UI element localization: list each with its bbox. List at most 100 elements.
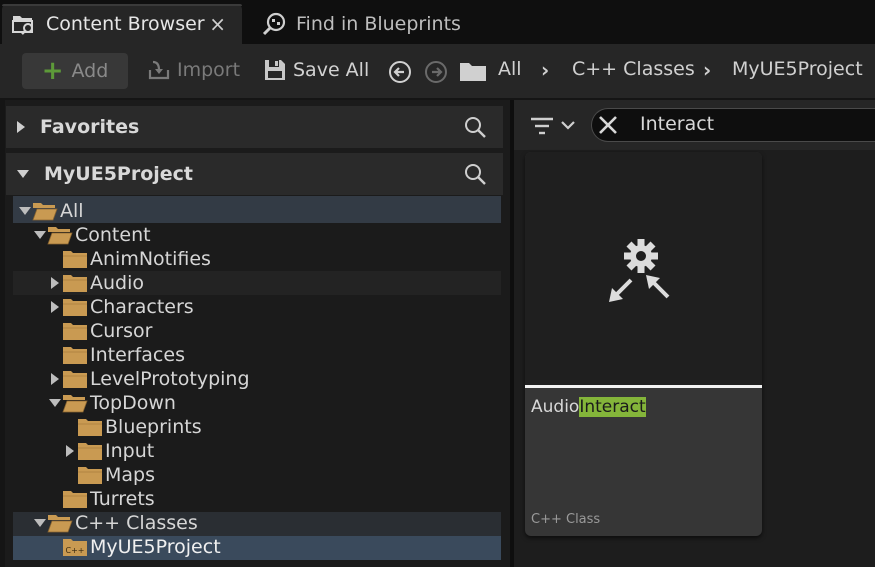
import-label: Import <box>177 59 241 81</box>
favorites-label: Favorites <box>40 116 140 138</box>
chevron-right-icon: › <box>703 58 712 82</box>
tab-content-browser[interactable]: Content Browser × <box>2 4 242 44</box>
tree-item-animnotifies[interactable]: AnimNotifies <box>48 247 211 271</box>
content-browser-icon <box>10 10 38 38</box>
caret-down-icon[interactable] <box>48 398 62 408</box>
tree-item-turrets[interactable]: Turrets <box>48 487 155 511</box>
find-blueprints-icon <box>260 10 288 38</box>
import-icon <box>148 60 170 80</box>
tree-item-label: Maps <box>105 464 155 486</box>
tree-item-label: Blueprints <box>105 416 202 438</box>
folder-open-icon <box>47 225 73 245</box>
folder-icon <box>62 345 88 365</box>
tree-item-label: Content <box>75 224 151 246</box>
tree-item-label: Turrets <box>90 488 155 510</box>
tree-item-label: Cursor <box>90 320 153 342</box>
tree-item-label: MyUE5Project <box>90 536 221 558</box>
row-highlight <box>13 196 501 223</box>
folder-icon <box>62 369 88 389</box>
folder-icon <box>62 321 88 341</box>
breadcrumb-project[interactable]: MyUE5Project <box>732 58 863 80</box>
folder-icon <box>62 297 88 317</box>
caret-down-icon[interactable] <box>18 206 32 216</box>
tab-find-in-blueprints[interactable]: Find in Blueprints <box>252 4 482 44</box>
tree-item-cursor[interactable]: Cursor <box>48 319 152 343</box>
project-label: MyUE5Project <box>44 163 194 185</box>
search-value: Interact <box>640 113 715 135</box>
folder-open-icon <box>32 201 58 221</box>
tree-item-content[interactable]: Content <box>33 223 151 247</box>
tree-item-label: Characters <box>90 296 194 318</box>
tab-label: Find in Blueprints <box>296 13 461 35</box>
tree-item-characters[interactable]: Characters <box>48 295 194 319</box>
project-header[interactable]: MyUE5Project <box>6 153 503 195</box>
folder-icon <box>77 465 103 485</box>
chevron-right-icon: › <box>541 58 550 82</box>
tree-item-label: AnimNotifies <box>90 248 211 270</box>
folder-icon[interactable] <box>459 60 487 82</box>
tree-item-interfaces[interactable]: Interfaces <box>48 343 185 367</box>
asset-search-input[interactable] <box>591 108 875 142</box>
tree-item-c-classes[interactable]: C++ Classes <box>33 511 198 535</box>
save-icon <box>265 60 285 80</box>
chevron-down-icon[interactable] <box>560 120 576 132</box>
tree-item-input[interactable]: Input <box>63 439 154 463</box>
breadcrumb-all[interactable]: All <box>498 58 522 80</box>
folder-icon <box>62 489 88 509</box>
asset-thumbnail <box>525 152 762 385</box>
tab-label: Content Browser <box>46 13 205 35</box>
tree-item-maps[interactable]: Maps <box>63 463 155 487</box>
tree-item-topdown[interactable]: TopDown <box>48 391 176 415</box>
asset-name-prefix: Audio <box>531 397 580 417</box>
caret-down-icon[interactable] <box>33 230 47 240</box>
clear-search-icon[interactable] <box>597 114 619 136</box>
caret-down-icon[interactable] <box>33 518 47 528</box>
tree-item-label: C++ Classes <box>75 512 198 534</box>
svg-text:C++: C++ <box>66 546 85 555</box>
folder-icon <box>62 249 88 269</box>
caret-right-icon <box>17 121 25 133</box>
asset-type-label: C++ Class <box>531 512 601 527</box>
tree-item-blueprints[interactable]: Blueprints <box>63 415 202 439</box>
asset-tile[interactable]: AudioInteract C++ Class <box>525 152 762 536</box>
close-icon[interactable]: × <box>209 12 226 36</box>
search-match-highlight: Interact <box>579 397 646 417</box>
tree-item-audio[interactable]: Audio <box>48 271 144 295</box>
folder-icon <box>77 417 103 437</box>
save-all-button[interactable]: Save All <box>263 58 369 82</box>
caret-right-icon[interactable] <box>48 276 62 290</box>
forward-arrow-icon[interactable] <box>424 60 448 84</box>
plus-icon: + <box>41 56 64 86</box>
save-all-label: Save All <box>293 59 370 81</box>
tree-item-levelprototyping[interactable]: LevelPrototyping <box>48 367 250 391</box>
asset-type-color-bar <box>525 385 762 388</box>
filter-icon[interactable] <box>530 116 554 136</box>
folder-icon <box>62 273 88 293</box>
tree-item-label: LevelPrototyping <box>90 368 250 390</box>
caret-right-icon[interactable] <box>63 444 77 458</box>
search-icon[interactable] <box>463 162 487 186</box>
caret-down-icon <box>17 170 29 178</box>
breadcrumb-cpp-classes[interactable]: C++ Classes <box>572 58 695 80</box>
tree-item-label: Interfaces <box>90 344 185 366</box>
tree-item-label: TopDown <box>90 392 176 414</box>
tree-item-label: Input <box>105 440 155 462</box>
search-icon[interactable] <box>463 115 487 139</box>
cpp-class-gear-icon <box>609 239 670 302</box>
tree-item-myue5project[interactable]: C++ MyUE5Project <box>48 535 221 559</box>
tree-item-all[interactable]: All <box>18 199 84 223</box>
cpp-folder-icon: C++ <box>62 537 88 557</box>
folder-open-icon <box>62 393 88 413</box>
folder-open-icon <box>47 513 73 533</box>
tree-item-label: Audio <box>90 272 145 294</box>
add-button[interactable]: + Add <box>22 53 128 89</box>
caret-right-icon[interactable] <box>48 372 62 386</box>
back-arrow-icon[interactable] <box>388 60 412 84</box>
toolbar: + Add Import Save All All › C++ Classes … <box>0 44 875 98</box>
tab-bar: Content Browser × Find in Blueprints <box>0 0 875 46</box>
caret-right-icon[interactable] <box>48 300 62 314</box>
folder-icon <box>77 441 103 461</box>
favorites-header[interactable]: Favorites <box>6 106 503 148</box>
asset-name: AudioInteract <box>531 397 646 417</box>
import-button[interactable]: Import <box>147 58 240 82</box>
